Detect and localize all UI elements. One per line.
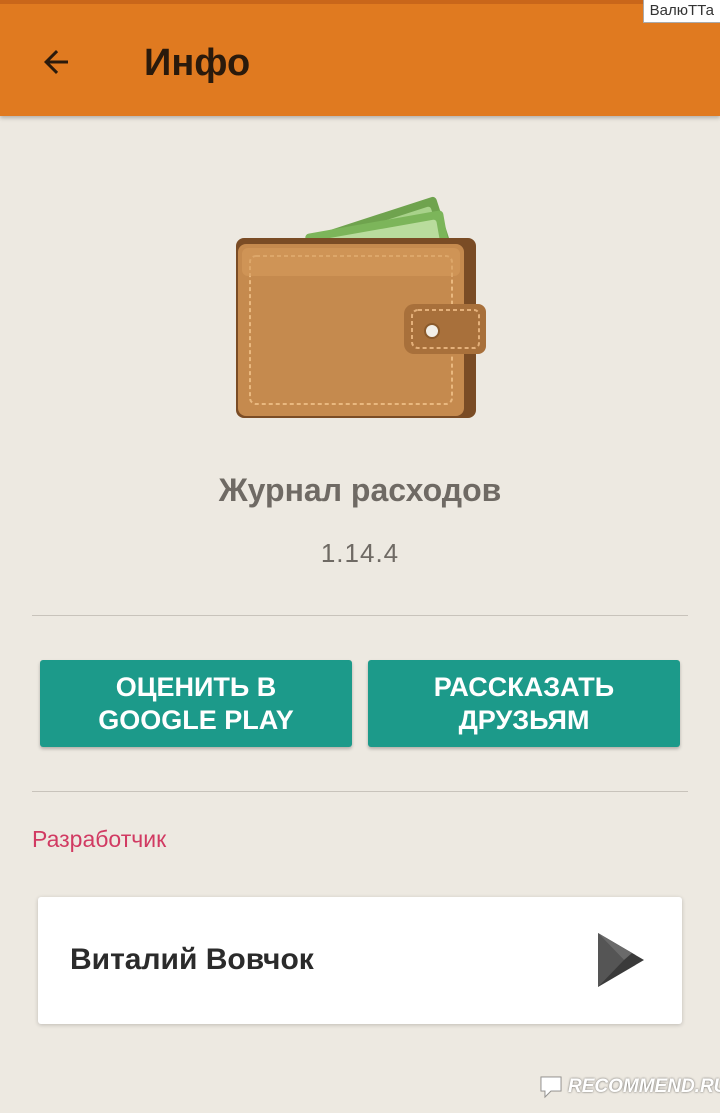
recommend-logo-icon — [540, 1076, 562, 1099]
status-strip — [0, 0, 720, 4]
back-button[interactable] — [26, 34, 86, 90]
watermark-username: ВалюТТа — [642, 0, 720, 23]
app-version: 1.14.4 — [320, 538, 400, 568]
developer-section-label: Разработчик — [32, 826, 167, 852]
developer-name: Виталий Вовчок — [70, 943, 314, 976]
app-name: Журнал расходов — [218, 472, 502, 508]
developer-card[interactable]: Виталий Вовчок — [38, 897, 682, 1024]
app-bar: Инфо — [0, 0, 720, 116]
page-title: Инфо — [144, 42, 251, 84]
share-with-friends-button[interactable]: РАССКАЗАТЬ ДРУЗЬЯМ — [368, 660, 680, 747]
watermark-logo: RECOMMEND.RU — [538, 1072, 720, 1102]
play-store-icon — [598, 933, 644, 987]
divider — [32, 791, 688, 792]
watermark-text: RECOMMEND.RU — [568, 1076, 720, 1097]
rate-google-play-button[interactable]: ОЦЕНИТЬ В GOOGLE PLAY — [40, 660, 352, 747]
divider — [32, 615, 688, 616]
arrow-back-icon — [44, 50, 68, 74]
wallet-icon — [236, 196, 486, 418]
